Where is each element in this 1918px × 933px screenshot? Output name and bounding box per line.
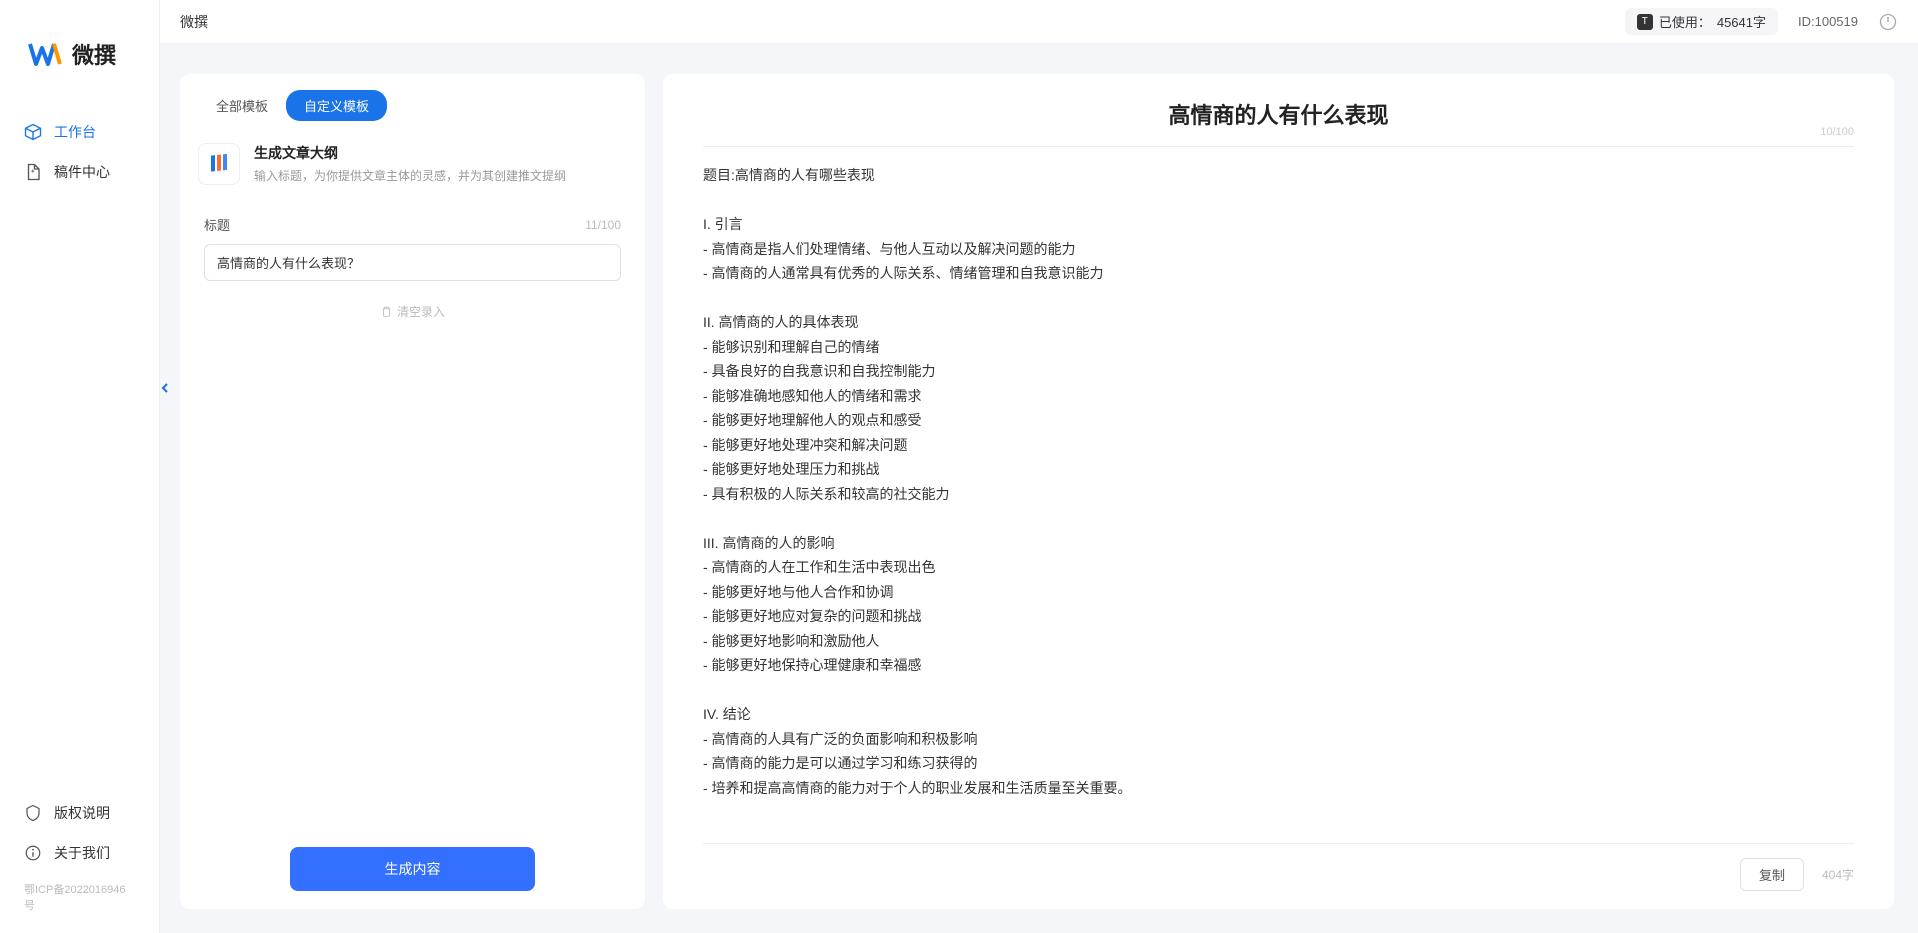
sidebar: 微撰 工作台 稿件中心 版权说明 (0, 0, 160, 933)
title-input[interactable] (204, 244, 621, 281)
main: 微撰 T 已使用： 45641字 ID:100519 全部模板 自定义模板 (160, 0, 1918, 933)
generate-button[interactable]: 生成内容 (290, 847, 535, 891)
template-icon (198, 143, 240, 185)
right-panel: 高情商的人有什么表现 10/100 题目:高情商的人有哪些表现 I. 引言 - … (663, 74, 1894, 909)
collapse-handle[interactable] (159, 376, 171, 400)
usage-prefix: 已使用： (1659, 12, 1711, 31)
topbar: 微撰 T 已使用： 45641字 ID:100519 (160, 0, 1918, 44)
footer-copyright[interactable]: 版权说明 (0, 793, 159, 833)
template-tabs: 全部模板 自定义模板 (180, 90, 645, 121)
content: 全部模板 自定义模板 生成文章大纲 输入标题，为你提供文章主体的灵感，并为其创建… (160, 44, 1918, 933)
output-footer: 复制 404字 (703, 843, 1854, 891)
usage-badge[interactable]: T 已使用： 45641字 (1625, 8, 1778, 35)
output-word-count: 404字 (1822, 866, 1854, 883)
usage-value: 45641字 (1717, 12, 1766, 31)
output-body[interactable]: 题目:高情商的人有哪些表现 I. 引言 - 高情商是指人们处理情绪、与他人互动以… (703, 147, 1854, 843)
tab-custom-templates[interactable]: 自定义模板 (286, 90, 387, 121)
footer-label: 版权说明 (54, 803, 110, 823)
topbar-title: 微撰 (180, 12, 208, 32)
nav-label: 稿件中心 (54, 162, 110, 182)
logo-text: 微撰 (72, 38, 116, 70)
title-char-count: 11/100 (585, 218, 621, 232)
icp-text: 鄂ICP备2022016946号 (0, 873, 159, 913)
form-section: 标题 11/100 清空录入 (180, 201, 645, 847)
footer-label: 关于我们 (54, 843, 110, 863)
template-desc: 输入标题，为你提供文章主体的灵感，并为其创建推文提纲 (254, 167, 627, 184)
document-icon (24, 163, 42, 181)
books-icon (207, 152, 231, 176)
logo[interactable]: 微撰 (0, 20, 159, 112)
sidebar-bottom: 版权说明 关于我们 鄂ICP备2022016946号 (0, 793, 159, 933)
clear-button[interactable]: 清空录入 (204, 303, 621, 320)
output-title: 高情商的人有什么表现 (703, 98, 1854, 130)
power-icon (1878, 12, 1898, 32)
output-title-count: 10/100 (1820, 126, 1854, 138)
info-icon (24, 844, 42, 862)
logo-icon (28, 36, 64, 72)
cube-icon (24, 123, 42, 141)
nav-drafts[interactable]: 稿件中心 (0, 152, 159, 192)
chevron-left-icon (159, 376, 171, 400)
power-button[interactable] (1878, 12, 1898, 32)
clear-label: 清空录入 (397, 303, 445, 320)
nav: 工作台 稿件中心 (0, 112, 159, 793)
nav-label: 工作台 (54, 122, 96, 142)
nav-workspace[interactable]: 工作台 (0, 112, 159, 152)
copy-button[interactable]: 复制 (1740, 858, 1804, 891)
title-label: 标题 (204, 215, 230, 234)
template-card: 生成文章大纲 输入标题，为你提供文章主体的灵感，并为其创建推文提纲 (180, 121, 645, 201)
footer-about[interactable]: 关于我们 (0, 833, 159, 873)
user-id: ID:100519 (1798, 14, 1858, 29)
template-title: 生成文章大纲 (254, 143, 627, 163)
output-header: 高情商的人有什么表现 10/100 (703, 98, 1854, 147)
text-badge-icon: T (1637, 14, 1653, 30)
tab-all-templates[interactable]: 全部模板 (198, 90, 286, 121)
trash-icon (380, 305, 393, 318)
shield-icon (24, 804, 42, 822)
left-panel: 全部模板 自定义模板 生成文章大纲 输入标题，为你提供文章主体的灵感，并为其创建… (180, 74, 645, 909)
